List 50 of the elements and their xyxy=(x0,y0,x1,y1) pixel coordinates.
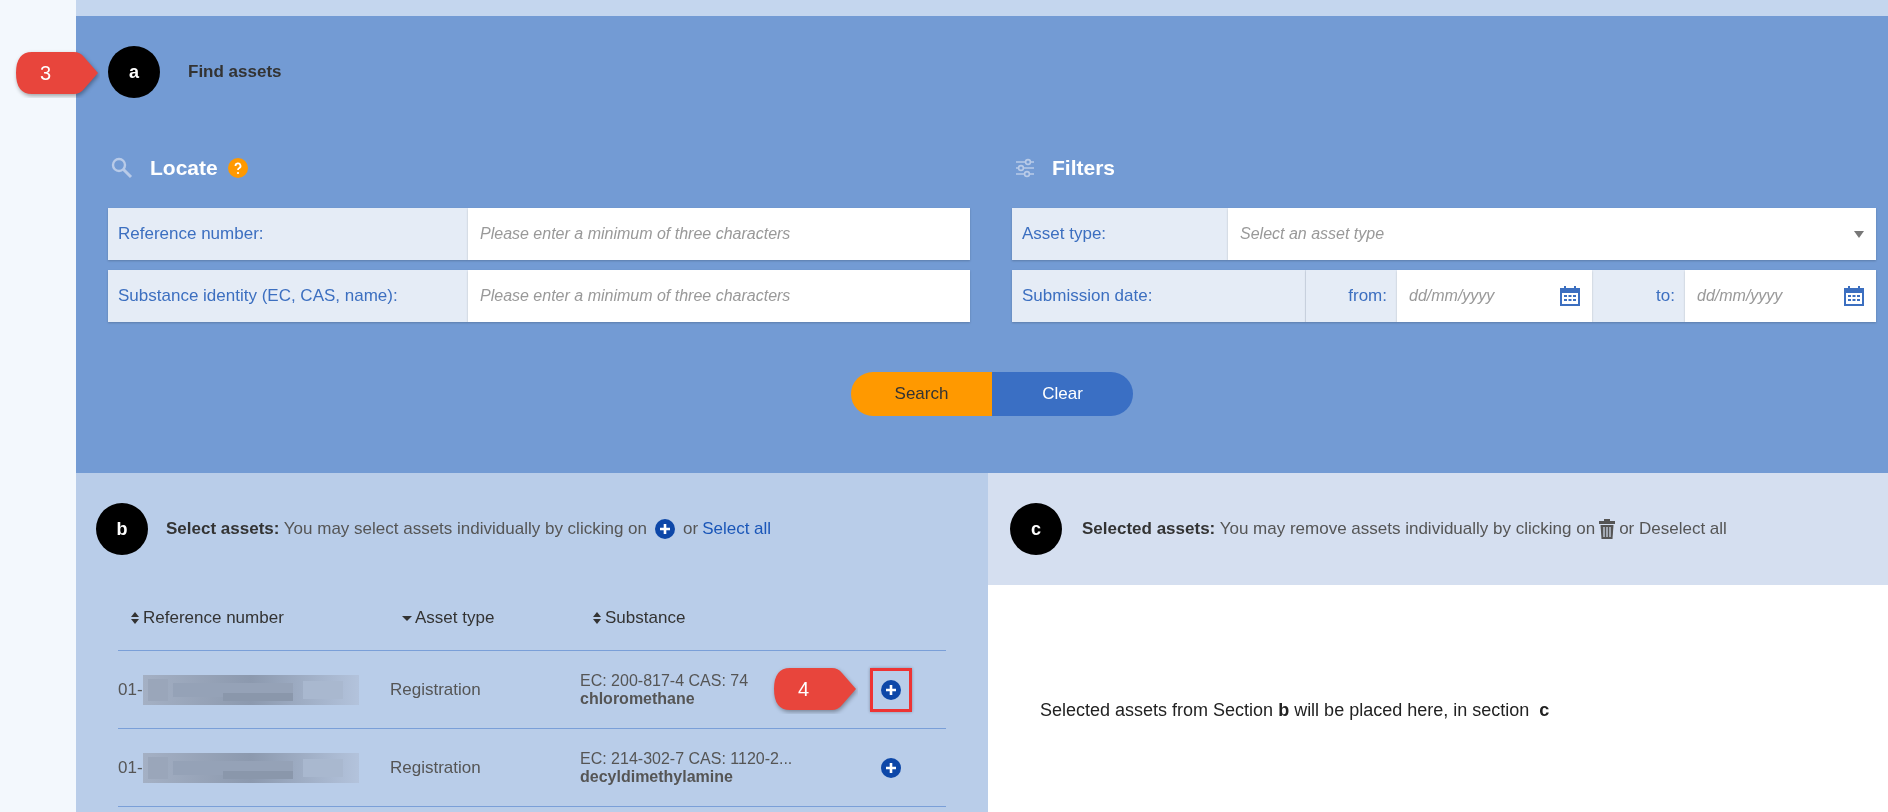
calendar-icon xyxy=(1844,286,1864,306)
instruction-text: or Deselect all xyxy=(1619,518,1727,541)
sliders-icon xyxy=(1014,157,1036,179)
table-cell-text: 01- xyxy=(118,756,143,779)
field-label: Submission date: xyxy=(1012,270,1306,322)
column-header[interactable]: Substance xyxy=(592,604,882,631)
date-field[interactable]: dd/mm/yyyy xyxy=(1685,270,1876,322)
clear-button[interactable]: Clear xyxy=(992,372,1133,416)
column-label: Reference number xyxy=(143,606,284,629)
search-icon xyxy=(110,156,134,180)
substance-name: chloromethane xyxy=(580,689,695,708)
help-icon xyxy=(227,158,248,178)
select-all-link[interactable]: Select all xyxy=(702,516,772,542)
section-badge: b xyxy=(96,503,148,555)
caret-icon xyxy=(1854,230,1864,238)
column-label: Substance xyxy=(605,606,686,629)
search-button[interactable]: Search xyxy=(851,372,992,416)
section-badge: c xyxy=(1010,503,1062,555)
panel-title: Locate xyxy=(150,155,218,182)
instruction-text: Selected assets: You may remove assets individually by clicking on xyxy=(1082,518,1596,541)
trash-icon xyxy=(1599,519,1616,539)
table-cell-text: Registration xyxy=(390,756,482,779)
add-icon[interactable] xyxy=(881,757,901,778)
add-icon[interactable] xyxy=(881,679,901,700)
calendar-icon xyxy=(1560,286,1580,306)
sort-icon xyxy=(130,610,140,625)
placeholder-text: Selected assets from Section b will be placed here, in section c xyxy=(1040,700,1550,720)
date-field[interactable]: dd/mm/yyyy xyxy=(1397,270,1592,322)
instruction-text: or xyxy=(683,518,699,541)
column-header[interactable]: Reference number xyxy=(130,604,402,631)
sort-icon xyxy=(592,610,602,625)
substance-name: decyldimethylamine xyxy=(580,767,733,786)
panel-title: Filters xyxy=(1052,155,1116,182)
table-cell-text: 01- xyxy=(118,678,143,701)
substance-identifiers: EC: 214-302-7 CAS: 1120-2... xyxy=(580,749,793,768)
field-label: Substance identity (EC, CAS, name): xyxy=(108,270,468,322)
section-title: Find assets xyxy=(188,61,282,84)
field-label: to: xyxy=(1592,270,1685,322)
input-field[interactable]: Please enter a minimum of three characters xyxy=(468,208,970,260)
table-cell-text: Registration xyxy=(390,678,482,701)
substance-identifiers: EC: 200-817-4 CAS: 74 xyxy=(580,671,749,690)
plus-icon xyxy=(655,519,675,539)
section-badge: a xyxy=(108,46,160,98)
input-field[interactable]: Please enter a minimum of three characters xyxy=(468,270,970,322)
field-label: Asset type: xyxy=(1012,208,1228,260)
column-label: Asset type xyxy=(415,606,495,629)
field-label: from: xyxy=(1306,270,1397,322)
column-header[interactable]: Asset type xyxy=(402,604,592,631)
field-label: Reference number: xyxy=(108,208,468,260)
instruction-text: Select assets: You may select assets individually by clicking on xyxy=(166,518,647,541)
